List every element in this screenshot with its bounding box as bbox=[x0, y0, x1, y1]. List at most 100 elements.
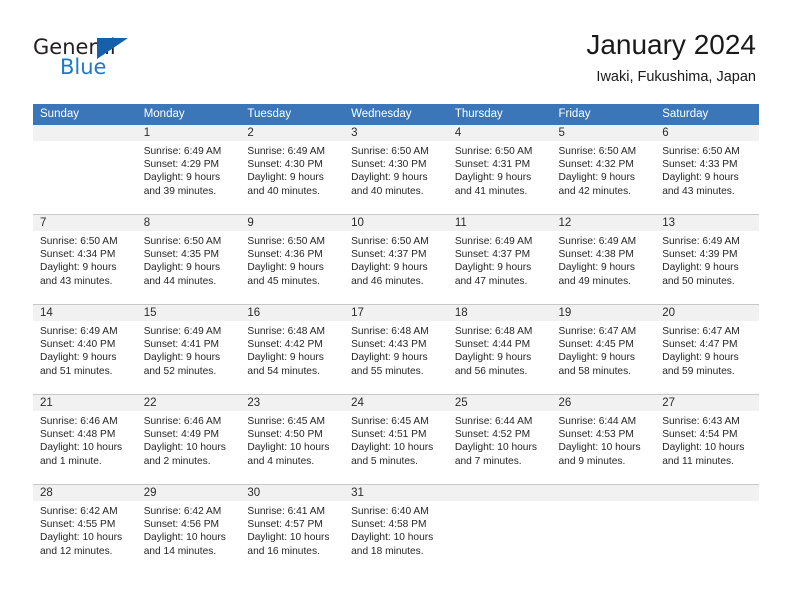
calendar-day-cell[interactable]: 29 Sunrise: 6:42 AM Sunset: 4:56 PM Dayligh… bbox=[136, 484, 241, 574]
day-detail-sunrise: Sunrise: 6:50 AM bbox=[143, 236, 222, 247]
calendar-day-cell[interactable]: 3 Sunrise: 6:50 AM Sunset: 4:30 PM Daylight… bbox=[344, 125, 448, 215]
day-number: 10 bbox=[344, 215, 448, 231]
calendar-day-cell[interactable]: 25 Sunrise: 6:44 AM Sunset: 4:52 PM Dayligh… bbox=[447, 394, 552, 485]
calendar-day-cell[interactable]: 18 Sunrise: 6:48 AM Sunset: 4:44 PM Dayligh… bbox=[447, 304, 552, 395]
day-detail-sunset: Sunset: 4:53 PM bbox=[558, 429, 634, 441]
day-number: 17 bbox=[344, 305, 448, 321]
day-detail-sunrise: Sunrise: 6:42 AM bbox=[143, 506, 222, 517]
calendar-day-cell[interactable]: 10 Sunrise: 6:50 AM Sunset: 4:37 PM Dayligh… bbox=[344, 214, 448, 305]
day-detail-daylight-line2: and 7 minutes. bbox=[454, 455, 522, 467]
day-detail-sunset: Sunset: 4:57 PM bbox=[247, 519, 323, 531]
day-detail-sunset: Sunset: 4:39 PM bbox=[662, 249, 738, 261]
day-cell-content: 25 Sunrise: 6:44 AM Sunset: 4:52 PM Dayligh… bbox=[447, 395, 552, 484]
day-cell-content: 6 Sunrise: 6:50 AM Sunset: 4:33 PM Daylight… bbox=[655, 125, 759, 214]
calendar-day-cell[interactable]: 27 Sunrise: 6:43 AM Sunset: 4:54 PM Dayligh… bbox=[655, 394, 759, 485]
calendar-day-cell[interactable]: 20 Sunrise: 6:47 AM Sunset: 4:47 PM Dayligh… bbox=[655, 304, 759, 395]
day-number: 22 bbox=[136, 395, 241, 411]
day-detail-sunrise: Sunrise: 6:48 AM bbox=[454, 326, 533, 337]
day-detail-daylight-line1: Daylight: 10 hours bbox=[40, 532, 123, 544]
day-detail-sunrise: Sunrise: 6:47 AM bbox=[662, 326, 740, 337]
day-detail-sunrise: Sunrise: 6:44 AM bbox=[454, 416, 533, 427]
day-detail-daylight-line1: Daylight: 9 hours bbox=[247, 172, 324, 184]
day-details: Sunrise: 6:50 AM Sunset: 4:30 PM Daylight:… bbox=[344, 141, 448, 198]
calendar-day-cell[interactable]: 30 Sunrise: 6:41 AM Sunset: 4:57 PM Dayligh… bbox=[240, 484, 345, 574]
calendar-day-cell[interactable]: 24 Sunrise: 6:45 AM Sunset: 4:51 PM Dayligh… bbox=[344, 394, 448, 485]
day-detail-sunset: Sunset: 4:34 PM bbox=[40, 249, 116, 261]
day-detail-sunset: Sunset: 4:56 PM bbox=[143, 519, 220, 531]
calendar-day-cell[interactable]: 2 Sunrise: 6:49 AM Sunset: 4:30 PM Daylight… bbox=[240, 125, 345, 215]
day-cell-content: 20 Sunrise: 6:47 AM Sunset: 4:47 PM Dayligh… bbox=[655, 305, 759, 394]
calendar-day-cell[interactable] bbox=[447, 484, 552, 574]
day-cell-content: 27 Sunrise: 6:43 AM Sunset: 4:54 PM Dayligh… bbox=[655, 395, 759, 484]
day-cell-content bbox=[447, 485, 552, 574]
day-number: 15 bbox=[136, 305, 241, 321]
day-cell-content: 2 Sunrise: 6:49 AM Sunset: 4:30 PM Daylight… bbox=[240, 125, 345, 214]
day-detail-sunrise: Sunrise: 6:49 AM bbox=[143, 146, 222, 157]
calendar-day-cell[interactable]: 11 Sunrise: 6:49 AM Sunset: 4:37 PM Dayligh… bbox=[447, 214, 552, 305]
day-detail-daylight-line2: and 45 minutes. bbox=[247, 275, 320, 287]
calendar-day-cell[interactable] bbox=[655, 484, 759, 574]
calendar-day-cell[interactable] bbox=[33, 125, 137, 215]
brand-logo[interactable]: General Blue bbox=[33, 35, 213, 85]
page-title: January 2024 bbox=[586, 29, 756, 60]
calendar-day-cell[interactable]: 12 Sunrise: 6:49 AM Sunset: 4:38 PM Dayligh… bbox=[551, 214, 656, 305]
weekday-header-tuesday: Tuesday bbox=[240, 104, 345, 125]
title-block: January 2024 Iwaki, Fukushima, Japan bbox=[586, 28, 756, 86]
day-details: Sunrise: 6:50 AM Sunset: 4:36 PM Daylight:… bbox=[240, 231, 344, 288]
day-detail-sunset: Sunset: 4:55 PM bbox=[40, 519, 116, 531]
day-cell-content: 18 Sunrise: 6:48 AM Sunset: 4:44 PM Dayligh… bbox=[447, 305, 552, 394]
day-detail-daylight-line2: and 52 minutes. bbox=[143, 365, 217, 377]
day-cell-content: 17 Sunrise: 6:48 AM Sunset: 4:43 PM Dayligh… bbox=[344, 305, 448, 394]
day-detail-sunrise: Sunrise: 6:49 AM bbox=[143, 326, 222, 337]
calendar-day-cell[interactable]: 9 Sunrise: 6:50 AM Sunset: 4:36 PM Daylight… bbox=[240, 214, 345, 305]
day-details: Sunrise: 6:47 AM Sunset: 4:47 PM Daylight:… bbox=[655, 321, 759, 378]
calendar-day-cell[interactable]: 14 Sunrise: 6:49 AM Sunset: 4:40 PM Dayligh… bbox=[33, 304, 137, 395]
calendar-day-cell[interactable]: 22 Sunrise: 6:46 AM Sunset: 4:49 PM Dayligh… bbox=[136, 394, 241, 485]
calendar-day-cell[interactable]: 6 Sunrise: 6:50 AM Sunset: 4:33 PM Daylight… bbox=[655, 125, 759, 215]
calendar-day-cell[interactable]: 28 Sunrise: 6:42 AM Sunset: 4:55 PM Dayligh… bbox=[33, 484, 137, 574]
day-detail-daylight-line1: Daylight: 10 hours bbox=[351, 442, 434, 454]
calendar-day-cell[interactable]: 4 Sunrise: 6:50 AM Sunset: 4:31 PM Daylight… bbox=[447, 125, 552, 215]
day-number: 12 bbox=[551, 215, 656, 231]
calendar-week-row: 14 Sunrise: 6:49 AM Sunset: 4:40 PM Dayligh… bbox=[33, 304, 759, 395]
day-detail-sunset: Sunset: 4:37 PM bbox=[351, 249, 427, 261]
calendar-day-cell[interactable] bbox=[551, 484, 656, 574]
day-detail-daylight-line1: Daylight: 9 hours bbox=[351, 262, 428, 274]
calendar-day-cell[interactable]: 23 Sunrise: 6:45 AM Sunset: 4:50 PM Dayligh… bbox=[240, 394, 345, 485]
page-header: General Blue January 2024 Iwaki, Fukushi… bbox=[0, 0, 792, 100]
day-detail-daylight-line1: Daylight: 10 hours bbox=[143, 442, 226, 454]
calendar-day-cell[interactable]: 31 Sunrise: 6:40 AM Sunset: 4:58 PM Dayligh… bbox=[344, 484, 448, 574]
day-detail-sunset: Sunset: 4:58 PM bbox=[351, 519, 427, 531]
day-cell-content: 11 Sunrise: 6:49 AM Sunset: 4:37 PM Dayligh… bbox=[447, 215, 552, 304]
calendar-day-cell[interactable]: 13 Sunrise: 6:49 AM Sunset: 4:39 PM Dayligh… bbox=[655, 214, 759, 305]
calendar-day-cell[interactable]: 1 Sunrise: 6:49 AM Sunset: 4:29 PM Daylight… bbox=[136, 125, 241, 215]
calendar-day-cell[interactable]: 8 Sunrise: 6:50 AM Sunset: 4:35 PM Daylight… bbox=[136, 214, 241, 305]
day-detail-daylight-line1: Daylight: 10 hours bbox=[247, 442, 330, 454]
calendar-day-cell[interactable]: 15 Sunrise: 6:49 AM Sunset: 4:41 PM Dayligh… bbox=[136, 304, 241, 395]
calendar-day-cell[interactable]: 19 Sunrise: 6:47 AM Sunset: 4:45 PM Dayligh… bbox=[551, 304, 656, 395]
calendar-day-cell[interactable]: 26 Sunrise: 6:44 AM Sunset: 4:53 PM Dayligh… bbox=[551, 394, 656, 485]
calendar-week-row: 1 Sunrise: 6:49 AM Sunset: 4:29 PM Daylight… bbox=[33, 125, 759, 215]
day-number bbox=[551, 485, 656, 501]
day-detail-sunset: Sunset: 4:49 PM bbox=[143, 429, 220, 441]
day-detail-daylight-line1: Daylight: 9 hours bbox=[247, 352, 324, 364]
day-detail-daylight-line2: and 51 minutes. bbox=[40, 365, 113, 377]
day-detail-daylight-line1: Daylight: 10 hours bbox=[40, 442, 123, 454]
day-detail-sunset: Sunset: 4:48 PM bbox=[40, 429, 116, 441]
day-details: Sunrise: 6:41 AM Sunset: 4:57 PM Daylight:… bbox=[240, 501, 344, 558]
calendar-day-cell[interactable]: 5 Sunrise: 6:50 AM Sunset: 4:32 PM Daylight… bbox=[551, 125, 656, 215]
day-detail-daylight-line2: and 50 minutes. bbox=[662, 275, 735, 287]
day-cell-content: 3 Sunrise: 6:50 AM Sunset: 4:30 PM Daylight… bbox=[344, 125, 448, 214]
day-number: 3 bbox=[344, 125, 448, 141]
calendar-day-cell[interactable]: 17 Sunrise: 6:48 AM Sunset: 4:43 PM Dayligh… bbox=[344, 304, 448, 395]
day-number: 18 bbox=[447, 305, 552, 321]
calendar-day-cell[interactable]: 16 Sunrise: 6:48 AM Sunset: 4:42 PM Dayligh… bbox=[240, 304, 345, 395]
day-detail-sunrise: Sunrise: 6:41 AM bbox=[247, 506, 325, 517]
weekday-header-friday: Friday bbox=[551, 104, 656, 125]
day-details: Sunrise: 6:49 AM Sunset: 4:39 PM Daylight:… bbox=[655, 231, 759, 288]
day-detail-sunrise: Sunrise: 6:50 AM bbox=[40, 236, 118, 247]
day-details: Sunrise: 6:47 AM Sunset: 4:45 PM Daylight:… bbox=[552, 321, 656, 378]
calendar-day-cell[interactable]: 21 Sunrise: 6:46 AM Sunset: 4:48 PM Dayligh… bbox=[33, 394, 137, 485]
calendar-day-cell[interactable]: 7 Sunrise: 6:50 AM Sunset: 4:34 PM Daylight… bbox=[33, 214, 137, 305]
day-cell-content: 5 Sunrise: 6:50 AM Sunset: 4:32 PM Daylight… bbox=[551, 125, 656, 214]
